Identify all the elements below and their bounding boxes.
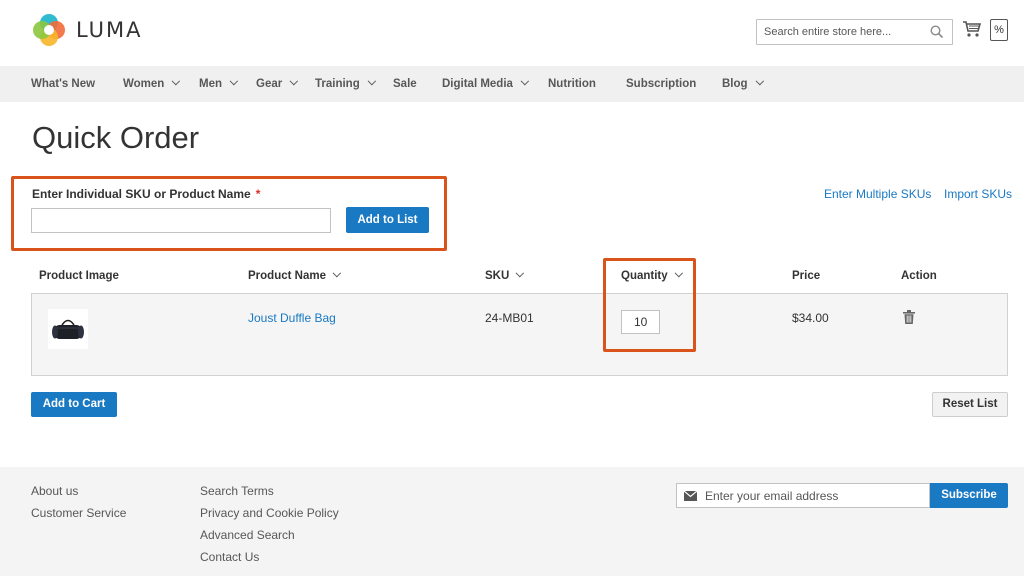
- compare-icon[interactable]: %: [990, 19, 1008, 41]
- product-price: $34.00: [792, 311, 829, 325]
- product-image: [48, 309, 88, 349]
- chevron-down-icon: [171, 76, 181, 86]
- nav-label: Subscription: [626, 78, 697, 90]
- luma-logo[interactable]: LUMA: [32, 13, 143, 47]
- nav-label: Training: [315, 78, 360, 90]
- nav-label: Digital Media: [442, 78, 513, 90]
- footer-link-search-terms[interactable]: Search Terms: [200, 484, 274, 498]
- envelope-icon: [684, 491, 697, 501]
- product-sku: 24-MB01: [485, 311, 534, 325]
- column-header-action: Action: [901, 270, 937, 282]
- footer-link-privacy[interactable]: Privacy and Cookie Policy: [200, 506, 339, 520]
- newsletter-field: [676, 483, 930, 508]
- header: LUMA %: [0, 0, 1024, 66]
- nav-item-subscription[interactable]: Subscription: [626, 66, 696, 102]
- column-header-price: Price: [792, 270, 821, 282]
- footer-link-advanced-search[interactable]: Advanced Search: [200, 528, 295, 542]
- enter-multiple-skus-link[interactable]: Enter Multiple SKUs: [824, 187, 931, 201]
- sku-highlight-box: [11, 176, 447, 251]
- header-label: Product Name: [248, 270, 326, 282]
- chevron-down-icon: [332, 268, 342, 278]
- page-title: Quick Order: [32, 120, 200, 155]
- nav-item-sale[interactable]: Sale: [393, 66, 417, 102]
- chevron-down-icon: [367, 76, 376, 86]
- subscribe-button[interactable]: Subscribe: [930, 483, 1008, 508]
- chevron-down-icon: [755, 76, 764, 86]
- nav-label: Gear: [256, 78, 283, 90]
- chevron-down-icon: [520, 76, 530, 86]
- quantity-highlight-box: [603, 258, 696, 352]
- search-input[interactable]: [757, 20, 917, 44]
- nav-item-gear[interactable]: Gear: [256, 66, 299, 102]
- import-skus-link[interactable]: Import SKUs: [944, 187, 1012, 201]
- nav-item-nutrition[interactable]: Nutrition: [548, 66, 596, 102]
- nav-label: Nutrition: [548, 78, 596, 90]
- nav-item-digital-media[interactable]: Digital Media: [442, 66, 530, 102]
- nav-label: Blog: [722, 78, 748, 90]
- chevron-down-icon: [289, 76, 299, 86]
- logo-text: LUMA: [76, 18, 143, 42]
- nav-label: Sale: [393, 78, 417, 90]
- footer-link-customer-service[interactable]: Customer Service: [31, 506, 126, 520]
- product-name-link[interactable]: Joust Duffle Bag: [248, 311, 336, 325]
- column-header-image: Product Image: [39, 270, 119, 282]
- column-header-sku[interactable]: SKU: [485, 268, 525, 282]
- nav-item-men[interactable]: Men: [199, 66, 239, 102]
- column-header-name[interactable]: Product Name: [248, 268, 342, 282]
- chevron-down-icon: [229, 76, 239, 86]
- nav-label: What's New: [31, 78, 96, 90]
- footer-link-about-us[interactable]: About us: [31, 484, 78, 498]
- table-row: [31, 293, 1008, 376]
- nav-item-blog[interactable]: Blog: [722, 66, 764, 102]
- nav-item-whats-new[interactable]: What's New: [31, 66, 95, 102]
- trash-icon[interactable]: [903, 310, 915, 324]
- newsletter-email-input[interactable]: [705, 484, 925, 507]
- footer-link-contact-us[interactable]: Contact Us: [200, 550, 259, 564]
- chevron-down-icon: [515, 268, 525, 278]
- nav-item-training[interactable]: Training: [315, 66, 376, 102]
- main-nav: What's New Women Men Gear Training Sale …: [0, 66, 1024, 102]
- search-box: [756, 19, 953, 45]
- luma-logo-icon: [33, 14, 65, 46]
- header-label: SKU: [485, 270, 510, 282]
- search-icon[interactable]: [930, 25, 944, 39]
- reset-list-button[interactable]: Reset List: [932, 392, 1008, 417]
- duffle-bag-image: [52, 319, 84, 339]
- cart-icon[interactable]: [962, 20, 982, 38]
- nav-label: Women: [123, 78, 165, 90]
- add-to-cart-button[interactable]: Add to Cart: [31, 392, 117, 417]
- nav-label: Men: [199, 78, 222, 90]
- nav-item-women[interactable]: Women: [123, 66, 181, 102]
